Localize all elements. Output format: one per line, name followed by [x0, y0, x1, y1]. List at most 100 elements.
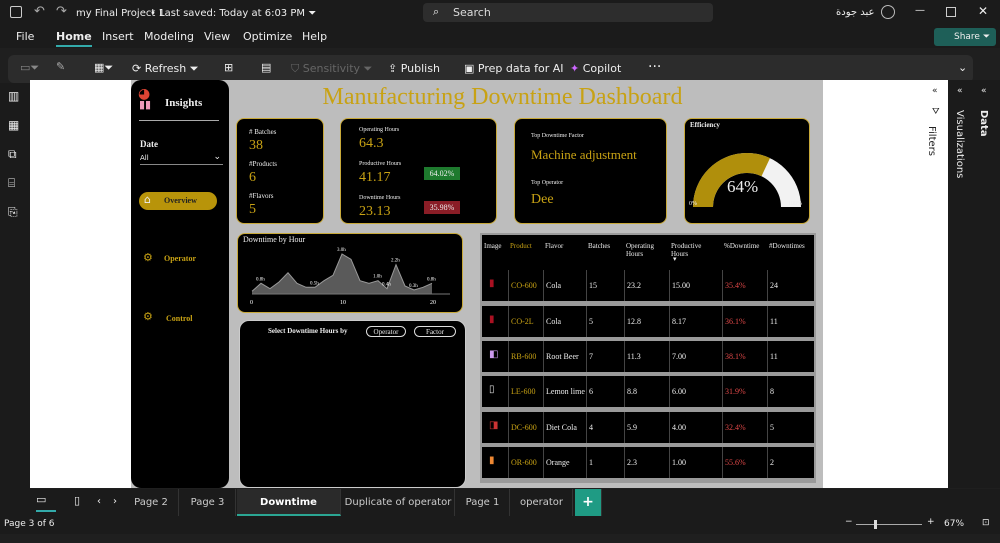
data-label[interactable]: Data — [978, 110, 989, 137]
table-row[interactable]: ▮ CO-2L Cola 5 12.8 8.17 36.1% 11 — [482, 306, 814, 337]
tab-page-2[interactable]: Page 2 — [124, 489, 179, 516]
refresh-button[interactable]: ⟳ Refresh ⏷ — [132, 62, 199, 76]
tab-operator[interactable]: operator — [511, 489, 573, 516]
notes-icon[interactable]: ▤ — [261, 61, 271, 74]
table-row[interactable]: ▮ OR-600 Orange 1 2.3 1.00 55.6% 2 — [482, 447, 814, 478]
tab-page-1[interactable]: Page 1 — [456, 489, 510, 516]
menu-modeling[interactable]: Modeling — [144, 30, 194, 43]
table-header-cell[interactable]: %Downtime — [724, 242, 768, 250]
table-row[interactable]: ◨ DC-600 Diet Cola 4 5.9 4.00 32.4% 5 — [482, 412, 814, 443]
menu-file[interactable]: File — [16, 30, 34, 43]
table-header-cell[interactable]: Operating Hours — [626, 242, 670, 258]
downtime-by-hour-card: Downtime by Hour 0.8h 0.5h 3.0h 1.0h 0.4h 2.2… — [237, 233, 463, 313]
paste-icon[interactable]: ▭⏷ — [20, 61, 39, 75]
avatar[interactable] — [881, 5, 895, 19]
search-box[interactable]: ⌕ Search — [423, 3, 713, 22]
table-cell: CO-2L — [511, 317, 534, 326]
table-cell: 2 — [770, 458, 774, 467]
table-header-cell[interactable]: #Downtimes — [769, 242, 813, 250]
format-painter-icon[interactable]: ✎ — [56, 60, 65, 73]
sensitivity-label: Sensitivity — [302, 62, 361, 75]
table-header-cell[interactable]: Productive Hours — [671, 242, 715, 258]
page-tab-bar: ▭ ▯ ‹ › Page 2 Page 3 Downtime Analysis … — [0, 489, 1000, 535]
productive-pct-badge: 64.02% — [424, 167, 460, 180]
maximize-icon[interactable] — [946, 7, 956, 17]
publish-button[interactable]: ⇪ Publish — [388, 62, 440, 75]
nav-overview[interactable]: ⌂ Overview — [139, 192, 217, 210]
date-dropdown[interactable]: All ⌄ — [140, 152, 223, 165]
new-visual-icon[interactable]: ▦⏷ — [94, 61, 113, 75]
zoom-slider[interactable] — [856, 520, 922, 529]
data-label: 0.8h — [256, 277, 265, 282]
tab-duplicate-of-operator[interactable]: Duplicate of operator — [342, 489, 455, 516]
zoom-thumb[interactable] — [874, 520, 877, 529]
top-factor-label: Top Downtime Factor — [531, 133, 584, 139]
ribbon-toolbar: ▭⏷ ✎ ▦⏷ ⟳ Refresh ⏷ ⊞ ▤ ⛉ Sensitivity ⏷ … — [8, 55, 973, 83]
efficiency-label: Efficiency — [690, 121, 720, 129]
new-page-icon[interactable]: ⊞ — [224, 61, 233, 74]
flavors-value: 5 — [249, 202, 256, 217]
top-operator-label: Top Operator — [531, 180, 564, 186]
minimize-icon[interactable]: — — [915, 5, 925, 16]
collapse-viz-icon[interactable]: « — [957, 86, 963, 96]
desktop-layout-icon[interactable]: ▭ — [36, 493, 56, 512]
menu-optimize[interactable]: Optimize — [243, 30, 292, 43]
undo-icon[interactable]: ↶ — [34, 4, 45, 19]
products-value: 6 — [249, 170, 256, 185]
prep-data-button[interactable]: ▣ Prep data for AI — [464, 62, 564, 75]
factor-toggle[interactable]: Factor — [414, 326, 456, 337]
x-tick-label: 10 — [340, 300, 346, 306]
redo-icon[interactable]: ↷ — [56, 4, 67, 19]
model-view-icon[interactable]: ⧉ — [8, 147, 17, 162]
nav-operator[interactable]: ⚙ Operator — [143, 251, 221, 267]
top-operator-value: Dee — [531, 192, 554, 207]
tab-downtime-analysis[interactable]: Downtime Analysis — [237, 489, 341, 535]
table-view-icon[interactable]: ▦ — [8, 118, 19, 132]
copilot-button[interactable]: ✦ Copilot — [570, 62, 621, 75]
more-icon[interactable]: ··· — [648, 59, 661, 75]
close-icon[interactable]: ✕ — [978, 4, 988, 18]
table-row[interactable]: ◧ RB-600 Root Beer 7 11.3 7.00 38.1% 11 — [482, 341, 814, 372]
data-label: 0.5h — [310, 281, 319, 286]
batches-value: 38 — [249, 138, 263, 153]
collapse-data-icon[interactable]: « — [981, 86, 987, 96]
prev-page-icon[interactable]: ‹ — [97, 496, 101, 507]
next-page-icon[interactable]: › — [113, 496, 117, 507]
downtime-pct-badge: 35.98% — [424, 201, 460, 214]
fit-page-icon[interactable]: ⊡ — [982, 518, 990, 528]
collapse-ribbon-icon[interactable]: ⌄ — [958, 61, 967, 74]
tmdl-view-icon[interactable]: ⎘ — [8, 205, 18, 220]
nav-control[interactable]: ⚙ Control — [143, 310, 221, 326]
table-cell: 32.4% — [725, 423, 746, 432]
sensitivity-button[interactable]: ⛉ Sensitivity ⏷ — [291, 62, 372, 76]
share-button[interactable]: Share ⏷ — [934, 28, 996, 46]
menu-home[interactable]: Home — [56, 30, 92, 47]
save-icon[interactable] — [10, 6, 22, 18]
mobile-layout-icon[interactable]: ▯ — [74, 494, 80, 507]
column-divider — [543, 447, 544, 478]
add-page-button[interactable]: + — [575, 489, 602, 516]
menu-bar: File Home Insert Modeling View Optimize … — [0, 26, 1000, 48]
table-cell: 5.9 — [627, 423, 637, 432]
zoom-out-icon[interactable]: − — [845, 517, 853, 527]
operator-toggle[interactable]: Operator — [366, 326, 406, 337]
data-label: 0.8h — [427, 277, 436, 282]
column-divider — [669, 270, 670, 301]
expand-filters-icon[interactable]: « — [932, 86, 938, 96]
title-bar: ↶ ↷ my Final Project 1 • Last saved: Tod… — [0, 0, 1000, 26]
table-header-cell[interactable]: Flavor — [545, 242, 589, 250]
filters-pane[interactable]: « ⛛ Filters — [923, 80, 948, 488]
table-row[interactable]: ▮ CO-600 Cola 15 23.2 15.00 35.4% 24 — [482, 270, 814, 301]
report-view-icon[interactable]: ▥ — [8, 89, 19, 103]
data-label: 1.0h — [373, 275, 382, 280]
menu-view[interactable]: View — [204, 30, 230, 43]
menu-help[interactable]: Help — [302, 30, 327, 43]
menu-insert[interactable]: Insert — [102, 30, 134, 43]
column-divider — [586, 447, 587, 478]
tab-page-3[interactable]: Page 3 — [180, 489, 236, 516]
zoom-in-icon[interactable]: + — [927, 517, 935, 527]
dax-view-icon[interactable]: ⌸ — [8, 176, 15, 191]
table-row[interactable]: ▯ LE-600 Lemon lime 6 8.8 6.00 31.9% 8 — [482, 376, 814, 407]
visualizations-label[interactable]: Visualizations — [954, 110, 965, 178]
column-divider — [669, 341, 670, 372]
